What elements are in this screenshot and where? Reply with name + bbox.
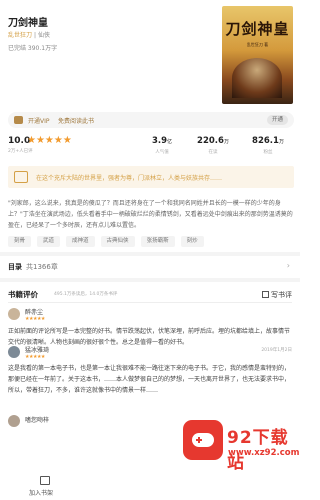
author-line: 乱世狂刀 | 仙侠 bbox=[8, 30, 50, 39]
toc-count: 共1366章 bbox=[26, 263, 58, 271]
rating-count: 2万+人已评 bbox=[8, 149, 33, 154]
reviewer-name[interactable]: 醉赤尘 bbox=[25, 307, 43, 316]
book-category: | 仙侠 bbox=[34, 32, 50, 39]
book-description[interactable]: "刘家郎，这么说来，我真是的傻瓜了？而且还将身在了一个和我同名同姓并且长的一模一… bbox=[8, 198, 294, 231]
write-review-button[interactable]: 写书评 bbox=[262, 290, 292, 300]
intro-quote-text: 在这个充斥大陆的世界里，强者为尊，门派林立，人类与妖族共存…… bbox=[36, 175, 223, 182]
tag-list: 刻骨 武道 成神道 古典仙侠 张扬霸斯 刻炒 bbox=[8, 236, 204, 247]
rating-stars: ★★★★★ bbox=[27, 135, 72, 146]
stat-fans-label: 粉丝 bbox=[263, 150, 273, 155]
tag[interactable]: 成神道 bbox=[66, 236, 95, 247]
stat-fans: 826.1万 粉丝 bbox=[246, 136, 290, 155]
book-cover[interactable]: 刀剑神皇 乱世狂刀 著 bbox=[222, 6, 293, 104]
reviews-title: 书籍评价 bbox=[8, 290, 38, 299]
cover-subtitle: 乱世狂刀 著 bbox=[246, 42, 269, 47]
tag[interactable]: 古典仙侠 bbox=[100, 236, 135, 247]
vip-banner[interactable]: 开通VIP 免费阅读此书 开通 bbox=[8, 112, 294, 128]
edit-icon bbox=[262, 291, 269, 298]
intro-quote: 在这个充斥大陆的世界里，强者为尊，门派林立，人类与妖族共存…… bbox=[8, 166, 294, 188]
section-divider bbox=[0, 278, 300, 282]
avatar[interactable] bbox=[8, 346, 20, 358]
vip-text: 免费阅读此书 bbox=[58, 118, 95, 125]
add-to-shelf-button[interactable]: 加入书架 bbox=[29, 488, 53, 497]
gamepad-icon bbox=[192, 433, 214, 447]
reviewer-name[interactable]: 嗜您吻梓 bbox=[25, 415, 49, 424]
book-status: 已完结 390.1万字 bbox=[8, 45, 58, 52]
reviewer-stars: ★★★★★ bbox=[25, 354, 45, 360]
stat-readers-unit: 万 bbox=[223, 139, 229, 145]
bookshelf-icon[interactable] bbox=[40, 476, 50, 485]
reviewer-name[interactable]: 猛冰雅琦 bbox=[25, 345, 49, 354]
book-open-icon bbox=[14, 171, 28, 183]
toc-label: 目录 bbox=[8, 263, 22, 271]
book-title: 刀剑神皇 bbox=[8, 18, 48, 29]
watermark-url: www.xz92.com bbox=[228, 448, 300, 458]
stat-popularity-value: 3.9 bbox=[151, 136, 168, 146]
stat-popularity-label: 人气值 bbox=[155, 150, 169, 155]
stat-readers-label: 在读 bbox=[208, 150, 218, 155]
avatar[interactable] bbox=[8, 415, 20, 427]
avatar[interactable] bbox=[8, 308, 20, 320]
divider-line bbox=[8, 302, 292, 303]
stat-fans-unit: 万 bbox=[278, 139, 284, 145]
reviews-subtitle: 495.1万条读后，14.0万条书评 bbox=[54, 292, 118, 297]
tag[interactable]: 刻骨 bbox=[8, 236, 32, 247]
cover-figure-image bbox=[232, 58, 282, 98]
reviewer-stars: ★★★★★ bbox=[25, 316, 45, 322]
author-name[interactable]: 乱世狂刀 bbox=[8, 32, 32, 39]
review-date: 2019年1月2日 bbox=[261, 348, 292, 353]
stat-fans-value: 826.1 bbox=[252, 136, 279, 146]
gamepad-logo-icon bbox=[183, 420, 223, 460]
review-text[interactable]: 正如前面的评论所写是一本完整的好书。情节跌荡起伏，伏笔深埋，前呼后应。埋的坑都给… bbox=[8, 326, 292, 348]
chevron-right-icon[interactable]: › bbox=[287, 261, 290, 270]
stat-readers-value: 220.6 bbox=[197, 136, 224, 146]
cover-title: 刀剑神皇 bbox=[225, 20, 290, 38]
stat-popularity-unit: 亿 bbox=[167, 139, 173, 145]
stat-readers: 220.6万 在读 bbox=[191, 136, 235, 155]
review-text[interactable]: 这是我看的第一本电子书，也是第一本让我很难不能一路往迷下来的电子书。于它，我的感… bbox=[8, 363, 292, 407]
table-of-contents[interactable]: 目录 共1366章 bbox=[8, 262, 58, 272]
write-review-label: 写书评 bbox=[271, 291, 292, 299]
stat-popularity: 3.9亿 人气值 bbox=[140, 136, 184, 155]
section-divider bbox=[0, 252, 300, 256]
vip-crown-icon bbox=[14, 116, 23, 124]
vip-badge: 开通VIP bbox=[28, 118, 50, 125]
tag[interactable]: 刻炒 bbox=[180, 236, 204, 247]
vip-open-button[interactable]: 开通 bbox=[266, 115, 288, 125]
tag[interactable]: 武道 bbox=[37, 236, 61, 247]
tag[interactable]: 张扬霸斯 bbox=[140, 236, 175, 247]
